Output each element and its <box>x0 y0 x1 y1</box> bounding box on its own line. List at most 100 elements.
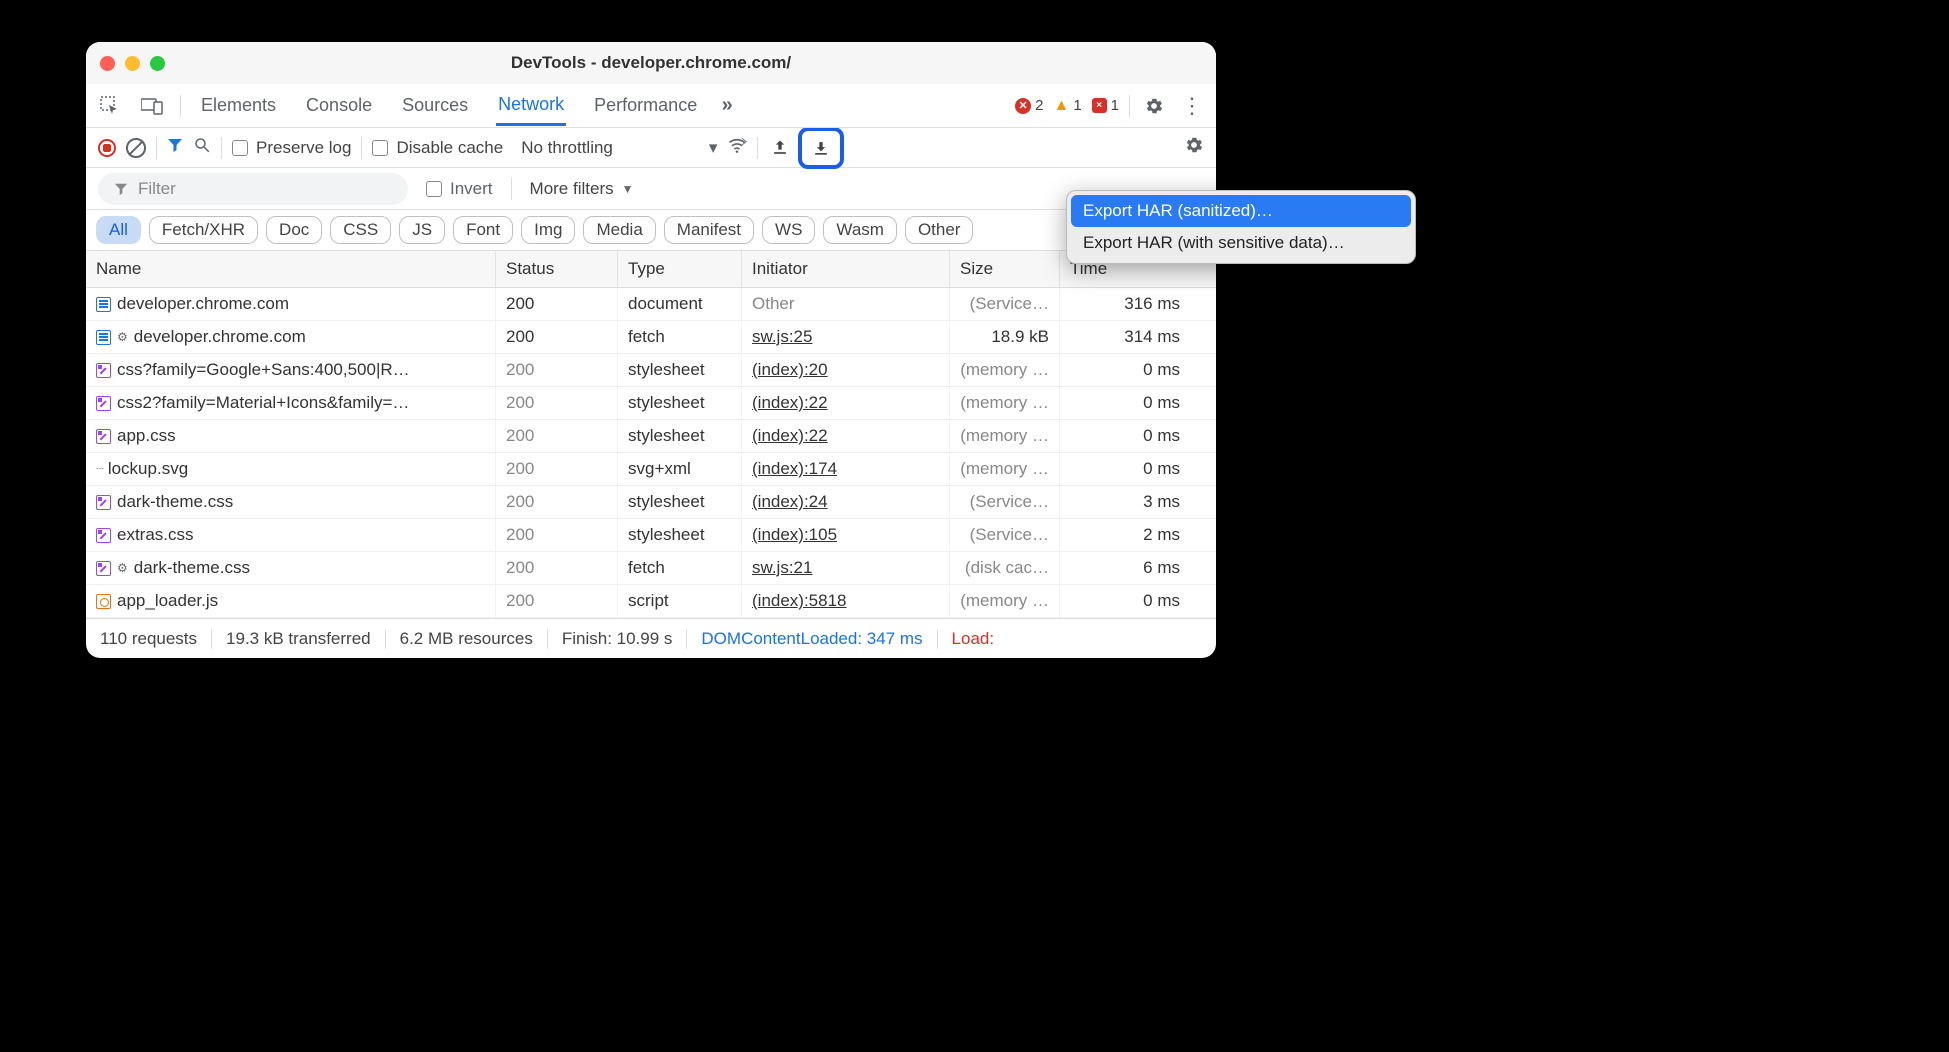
search-icon[interactable] <box>193 136 211 159</box>
cell-name: ⚙developer.chrome.com <box>86 321 496 353</box>
cell-status: 200 <box>496 420 618 452</box>
warning-count-badge[interactable]: ▲ 1 <box>1053 97 1081 115</box>
cell-type: script <box>618 585 742 617</box>
chip-doc[interactable]: Doc <box>266 216 322 244</box>
cell-size: (Service… <box>950 519 1060 551</box>
export-har-button-highlighted[interactable] <box>798 127 844 169</box>
cell-initiator[interactable]: (index):24 <box>742 486 950 518</box>
clear-button[interactable] <box>126 138 146 158</box>
cell-status: 200 <box>496 354 618 386</box>
column-header-name[interactable]: Name <box>86 251 496 287</box>
requests-table: NameStatusTypeInitiatorSizeTime develope… <box>86 251 1216 618</box>
chip-ws[interactable]: WS <box>762 216 815 244</box>
table-row[interactable]: extras.css200stylesheet(index):105(Servi… <box>86 519 1216 552</box>
warning-icon: ▲ <box>1053 97 1069 115</box>
cell-time: 3 ms <box>1060 486 1190 518</box>
table-row[interactable]: developer.chrome.com200documentOther(Ser… <box>86 288 1216 321</box>
cell-name: extras.css <box>86 519 496 551</box>
cell-initiator[interactable]: (index):22 <box>742 420 950 452</box>
table-row[interactable]: app_loader.js200script(index):5818(memor… <box>86 585 1216 618</box>
cell-time: 0 ms <box>1060 420 1190 452</box>
record-button[interactable] <box>98 139 116 157</box>
tab-network[interactable]: Network <box>496 86 566 126</box>
table-row[interactable]: ⚙developer.chrome.com200fetchsw.js:2518.… <box>86 321 1216 354</box>
status-bar: 110 requests 19.3 kB transferred 6.2 MB … <box>86 618 1216 658</box>
gear-mini-icon: ⚙ <box>117 330 128 344</box>
preserve-log-checkbox[interactable]: Preserve log <box>232 138 351 158</box>
cell-initiator[interactable]: sw.js:21 <box>742 552 950 584</box>
table-row[interactable]: css2?family=Material+Icons&family=…200st… <box>86 387 1216 420</box>
chip-all[interactable]: All <box>96 216 141 244</box>
column-header-size[interactable]: Size <box>950 251 1060 287</box>
table-row[interactable]: app.css200stylesheet(index):22(memory …0… <box>86 420 1216 453</box>
filter-row: Filter Invert More filters ▼ <box>86 168 1216 210</box>
cell-initiator[interactable]: (index):20 <box>742 354 950 386</box>
cell-type: fetch <box>618 321 742 353</box>
tab-console[interactable]: Console <box>304 87 374 124</box>
cell-status: 200 <box>496 519 618 551</box>
chip-css[interactable]: CSS <box>330 216 391 244</box>
window-title: DevTools - developer.chrome.com/ <box>86 53 1216 73</box>
cell-size: (memory … <box>950 354 1060 386</box>
cell-name: ⚙dark-theme.css <box>86 552 496 584</box>
chip-js[interactable]: JS <box>399 216 445 244</box>
cell-name: css?family=Google+Sans:400,500|R… <box>86 354 496 386</box>
error-count-badge[interactable]: ✕ 2 <box>1015 97 1043 114</box>
table-row[interactable]: css?family=Google+Sans:400,500|R…200styl… <box>86 354 1216 387</box>
tab-elements[interactable]: Elements <box>199 87 278 124</box>
load-time: Load: <box>938 629 1009 649</box>
import-har-icon[interactable] <box>768 136 792 160</box>
inspect-icon[interactable] <box>96 92 124 120</box>
cell-status: 200 <box>496 387 618 419</box>
chevron-down-icon: ▾ <box>709 138 718 158</box>
network-settings-icon[interactable] <box>1184 135 1204 160</box>
column-header-type[interactable]: Type <box>618 251 742 287</box>
cell-type: stylesheet <box>618 354 742 386</box>
cell-status: 200 <box>496 585 618 617</box>
column-header-initiator[interactable]: Initiator <box>742 251 950 287</box>
table-row[interactable]: dark-theme.css200stylesheet(index):24(Se… <box>86 486 1216 519</box>
cell-initiator[interactable]: (index):174 <box>742 453 950 485</box>
cell-time: 6 ms <box>1060 552 1190 584</box>
chip-font[interactable]: Font <box>453 216 513 244</box>
filter-input[interactable]: Filter <box>98 173 408 205</box>
disable-cache-checkbox[interactable]: Disable cache <box>372 138 503 158</box>
invert-checkbox[interactable]: Invert <box>426 179 493 199</box>
cell-initiator[interactable]: (index):105 <box>742 519 950 551</box>
cell-initiator[interactable]: (index):5818 <box>742 585 950 617</box>
chip-fetch-xhr[interactable]: Fetch/XHR <box>149 216 258 244</box>
cell-type: stylesheet <box>618 420 742 452</box>
cell-initiator[interactable]: (index):22 <box>742 387 950 419</box>
settings-icon[interactable] <box>1140 92 1168 120</box>
chip-other[interactable]: Other <box>905 216 974 244</box>
cell-size: (Service… <box>950 486 1060 518</box>
throttling-select[interactable]: No throttling ▾ <box>521 138 717 158</box>
table-row[interactable]: ┄lockup.svg200svg+xml(index):174(memory … <box>86 453 1216 486</box>
issues-count-badge[interactable]: × 1 <box>1092 97 1119 114</box>
network-conditions-icon[interactable] <box>727 135 747 160</box>
table-row[interactable]: ⚙dark-theme.css200fetchsw.js:21(disk cac… <box>86 552 1216 585</box>
cell-size: (memory … <box>950 420 1060 452</box>
resource-type-chips: All Fetch/XHR Doc CSS JS Font Img Media Manifest… <box>86 210 1216 251</box>
cell-initiator[interactable]: sw.js:25 <box>742 321 950 353</box>
tab-sources[interactable]: Sources <box>400 87 470 124</box>
device-toggle-icon[interactable] <box>138 92 166 120</box>
chip-media[interactable]: Media <box>583 216 655 244</box>
cell-time: 2 ms <box>1060 519 1190 551</box>
export-har-menu: Export HAR (sanitized)…Export HAR (with … <box>1066 190 1416 264</box>
issue-icon: × <box>1092 98 1107 113</box>
cell-time: 0 ms <box>1060 585 1190 617</box>
chip-manifest[interactable]: Manifest <box>664 216 754 244</box>
tab-performance[interactable]: Performance <box>592 87 699 124</box>
cell-size: 18.9 kB <box>950 321 1060 353</box>
column-header-status[interactable]: Status <box>496 251 618 287</box>
cell-size: (memory … <box>950 387 1060 419</box>
more-filters-dropdown[interactable]: More filters ▼ <box>530 179 634 199</box>
kebab-menu-icon[interactable]: ⋮ <box>1178 92 1206 120</box>
export-har-option[interactable]: Export HAR (with sensitive data)… <box>1071 227 1411 259</box>
chip-img[interactable]: Img <box>521 216 575 244</box>
filter-toggle-icon[interactable] <box>167 137 183 158</box>
chip-wasm[interactable]: Wasm <box>823 216 897 244</box>
more-tabs-button[interactable]: » <box>713 92 741 120</box>
export-har-option[interactable]: Export HAR (sanitized)… <box>1071 195 1411 227</box>
